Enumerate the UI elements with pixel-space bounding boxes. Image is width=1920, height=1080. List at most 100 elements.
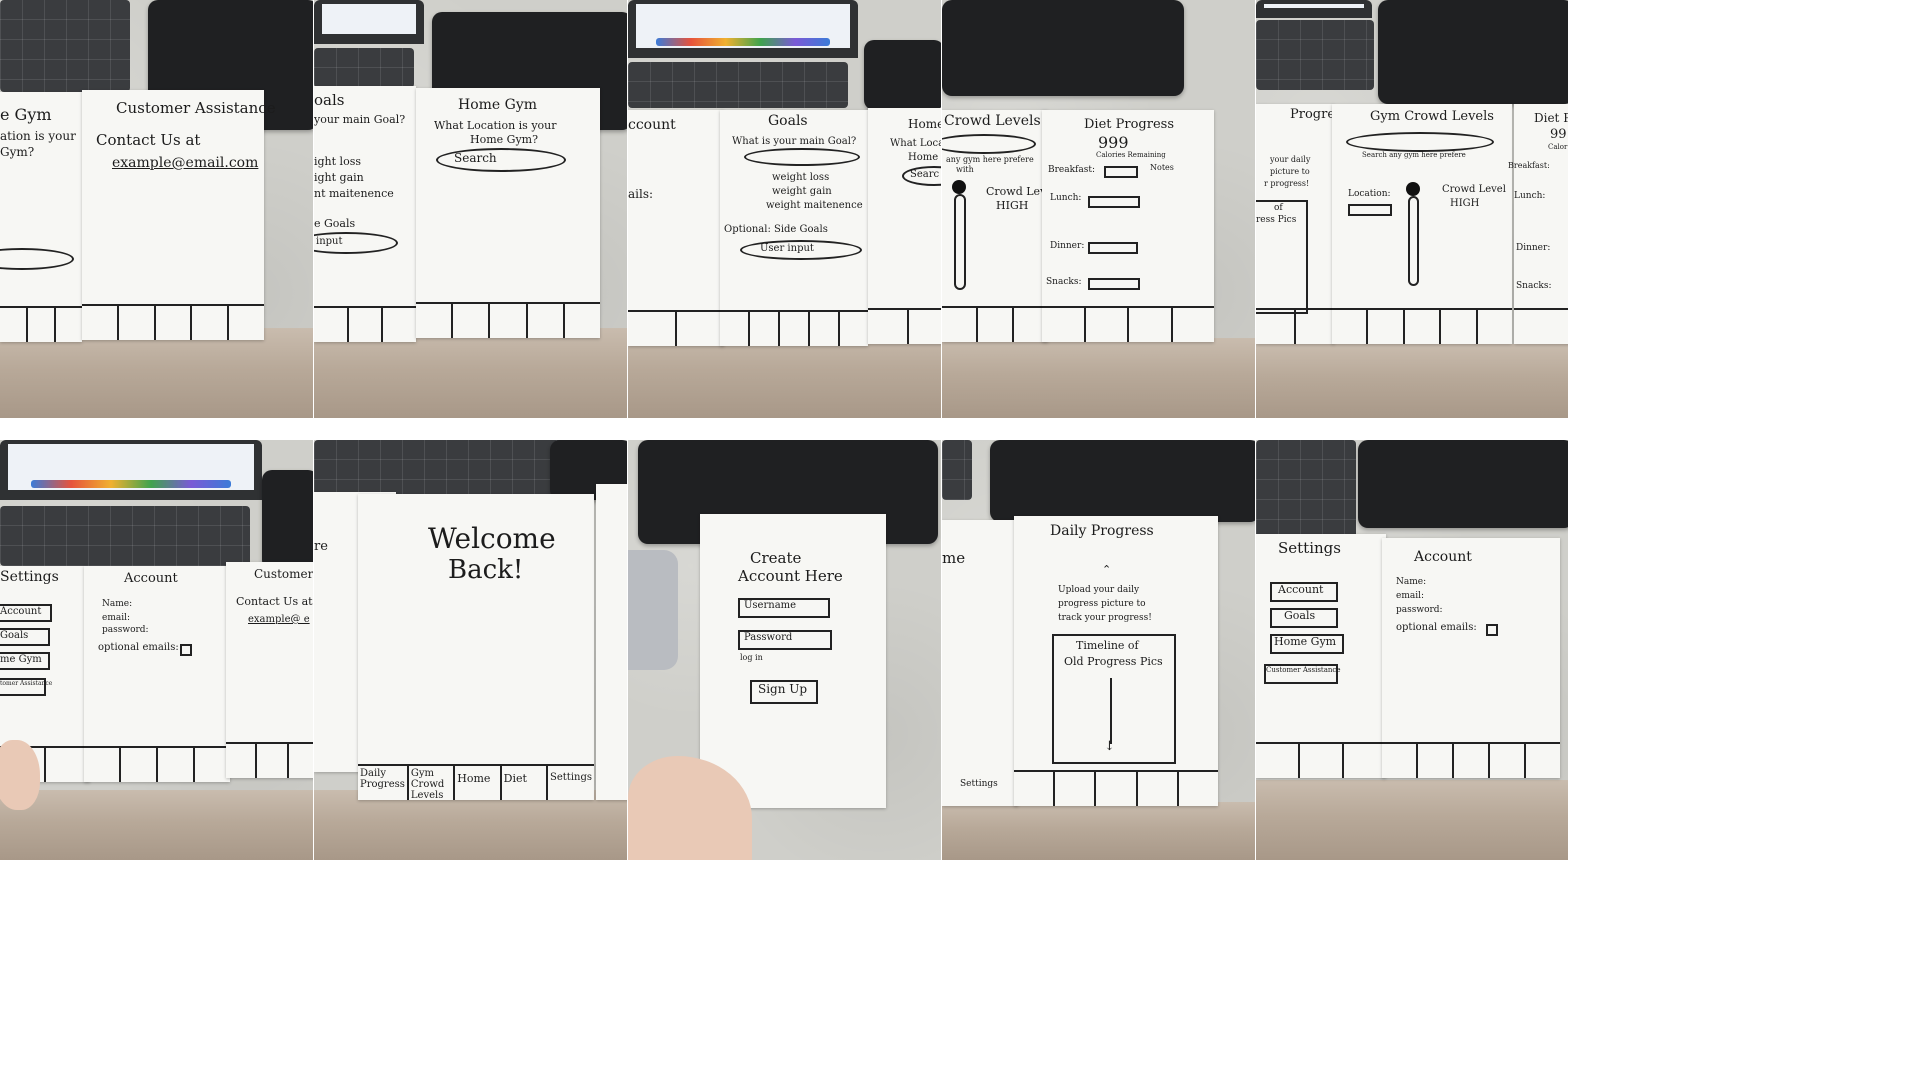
tab-diet: Diet (502, 766, 549, 800)
laptop-keyboard (314, 48, 414, 88)
hint-text: Search any gym here prefere (1362, 151, 1466, 159)
crowd-meter (1408, 196, 1419, 286)
meal-label: Breakfast: (1048, 165, 1096, 175)
calories-label: Calor (1548, 143, 1568, 151)
laptop-corner (628, 550, 678, 670)
meal-label: Lunch: (1050, 193, 1082, 203)
fragment-email: example@ e (248, 614, 310, 625)
fragment-title: oals (314, 91, 345, 109)
laptop-keyboard (628, 62, 848, 108)
field-label: email: (102, 613, 131, 623)
laptop-keyboard (0, 0, 130, 92)
tab-bar-sketch (1014, 770, 1218, 806)
field-label: email: (1396, 591, 1425, 601)
location-input (1348, 204, 1392, 216)
calories-value: 999 (1098, 133, 1129, 152)
settings-button-label: Account (0, 606, 42, 617)
laptop-keyboard (942, 440, 972, 500)
fabric (942, 802, 1255, 860)
welcome-title: Back! (448, 555, 524, 585)
fragment-title: Crowd Levels (944, 113, 1041, 129)
fragment-title: ccount (628, 117, 676, 133)
tab-bar-sketch (720, 310, 868, 346)
location-label: Location: (1348, 189, 1391, 199)
checkbox-sketch (180, 644, 192, 656)
paper-diet-progress-fragment: Diet Pr 99 Calor Breakfast: Lunch: Dinne… (1508, 104, 1568, 344)
tab-bar-sketch (1514, 308, 1568, 344)
meal-label: Dinner: (1050, 241, 1085, 251)
screen-title: Home Gym (458, 97, 538, 113)
password-label: Password (744, 632, 793, 643)
fragment-text: picture to (1270, 167, 1310, 176)
settings-button-label: Customer Assistance (1266, 666, 1341, 674)
fragment-text: any gym here prefere (946, 155, 1034, 164)
photo-panel-8: Create Account Here Username Password lo… (628, 440, 941, 860)
checkbox-sketch (1486, 624, 1498, 636)
fragment-text: Home (908, 152, 939, 163)
settings-button-label: Home Gym (1274, 635, 1337, 648)
fragment-option: ight gain (314, 171, 364, 184)
laptop-keyboard (1256, 20, 1374, 90)
login-link: log in (740, 653, 763, 662)
paper-customer-assistance: Customer Assistance Contact Us at exampl… (82, 90, 276, 340)
tab-bar-sketch (1042, 306, 1214, 342)
hand (0, 740, 40, 810)
settings-button-label: Goals (0, 630, 29, 641)
crowd-value: HIGH (996, 199, 1029, 212)
slider-knob (952, 180, 966, 194)
paper-home-gym-fragment: Home What Locat Home Searc (868, 108, 941, 344)
paper-daily-progress: Daily Progress ⌃ Upload your daily progr… (1014, 516, 1218, 806)
paper-fragment: me Settings (942, 520, 1018, 806)
question-text: Home Gym? (470, 133, 538, 146)
laptop-screen (0, 440, 262, 500)
meal-input-box (1088, 242, 1138, 254)
crowd-label: Crowd Level (1442, 184, 1506, 195)
meal-label: Breakfast: (1508, 161, 1550, 170)
settings-button-label: tomer Assistance (0, 680, 53, 687)
paper-edge (596, 484, 627, 800)
fragment-text: re (314, 539, 328, 554)
paper-account: Account Name: email: password: optional … (1382, 538, 1560, 778)
welcome-title: Welcome (428, 522, 556, 555)
laptop-keyboard (0, 506, 250, 566)
paper-crowd-levels: Crowd Levels any gym here prefere with C… (942, 110, 1056, 342)
tablet (1358, 440, 1568, 528)
upload-text: Upload your daily (1058, 585, 1140, 595)
question-text: What Location is your (434, 119, 557, 132)
tab-bar-sketch (1256, 742, 1386, 778)
tablet (1378, 0, 1568, 104)
paper-daily-progress-fragment: Progress your daily picture to r progres… (1256, 104, 1348, 344)
field-label: optional emails: (1396, 622, 1477, 633)
screen-title: Customer Assistance (116, 99, 276, 117)
fragment-text: Gym? (0, 145, 35, 159)
photo-panel-1: e Gym ation is your Gym? Customer Assist… (0, 0, 313, 418)
crowd-value: HIGH (1450, 198, 1480, 209)
fragment-text: with (956, 165, 974, 174)
tab-daily-progress: Daily Progress (358, 766, 409, 800)
fragment-title: e Gym (0, 105, 52, 124)
fabric (1256, 344, 1568, 418)
screen-title: Daily Progress (1050, 523, 1154, 539)
fragment-title: Diet Pr (1534, 111, 1568, 125)
laptop-screen (628, 0, 858, 58)
field-label: password: (1396, 605, 1443, 615)
tab-bar-sketch (226, 742, 313, 778)
screen-title: Create (750, 549, 802, 567)
tab-bar-sketch (314, 306, 416, 342)
fragment-text: me (942, 549, 966, 567)
goal-option: weight gain (772, 186, 832, 197)
field-label: Name: (102, 599, 133, 609)
fragment-text: Contact Us at (236, 595, 313, 608)
calories-value: 99 (1550, 127, 1567, 142)
calories-label: Calories Remaining (1096, 151, 1166, 159)
screen-title: Settings (1278, 539, 1341, 557)
paper-settings: Settings Account Goals Home Gym Customer… (1256, 534, 1386, 778)
tab-bar-sketch (868, 308, 941, 344)
search-label: Searc (910, 169, 940, 180)
field-label: Name: (1396, 577, 1427, 587)
timeline-text: Timeline of (1076, 639, 1139, 652)
upload-icon: ⌃ (1102, 563, 1112, 576)
paper-customer-assistance-fragment: Customer A Contact Us at example@ e (226, 562, 313, 778)
tab-bar-sketch (84, 746, 230, 782)
tablet (262, 470, 313, 570)
